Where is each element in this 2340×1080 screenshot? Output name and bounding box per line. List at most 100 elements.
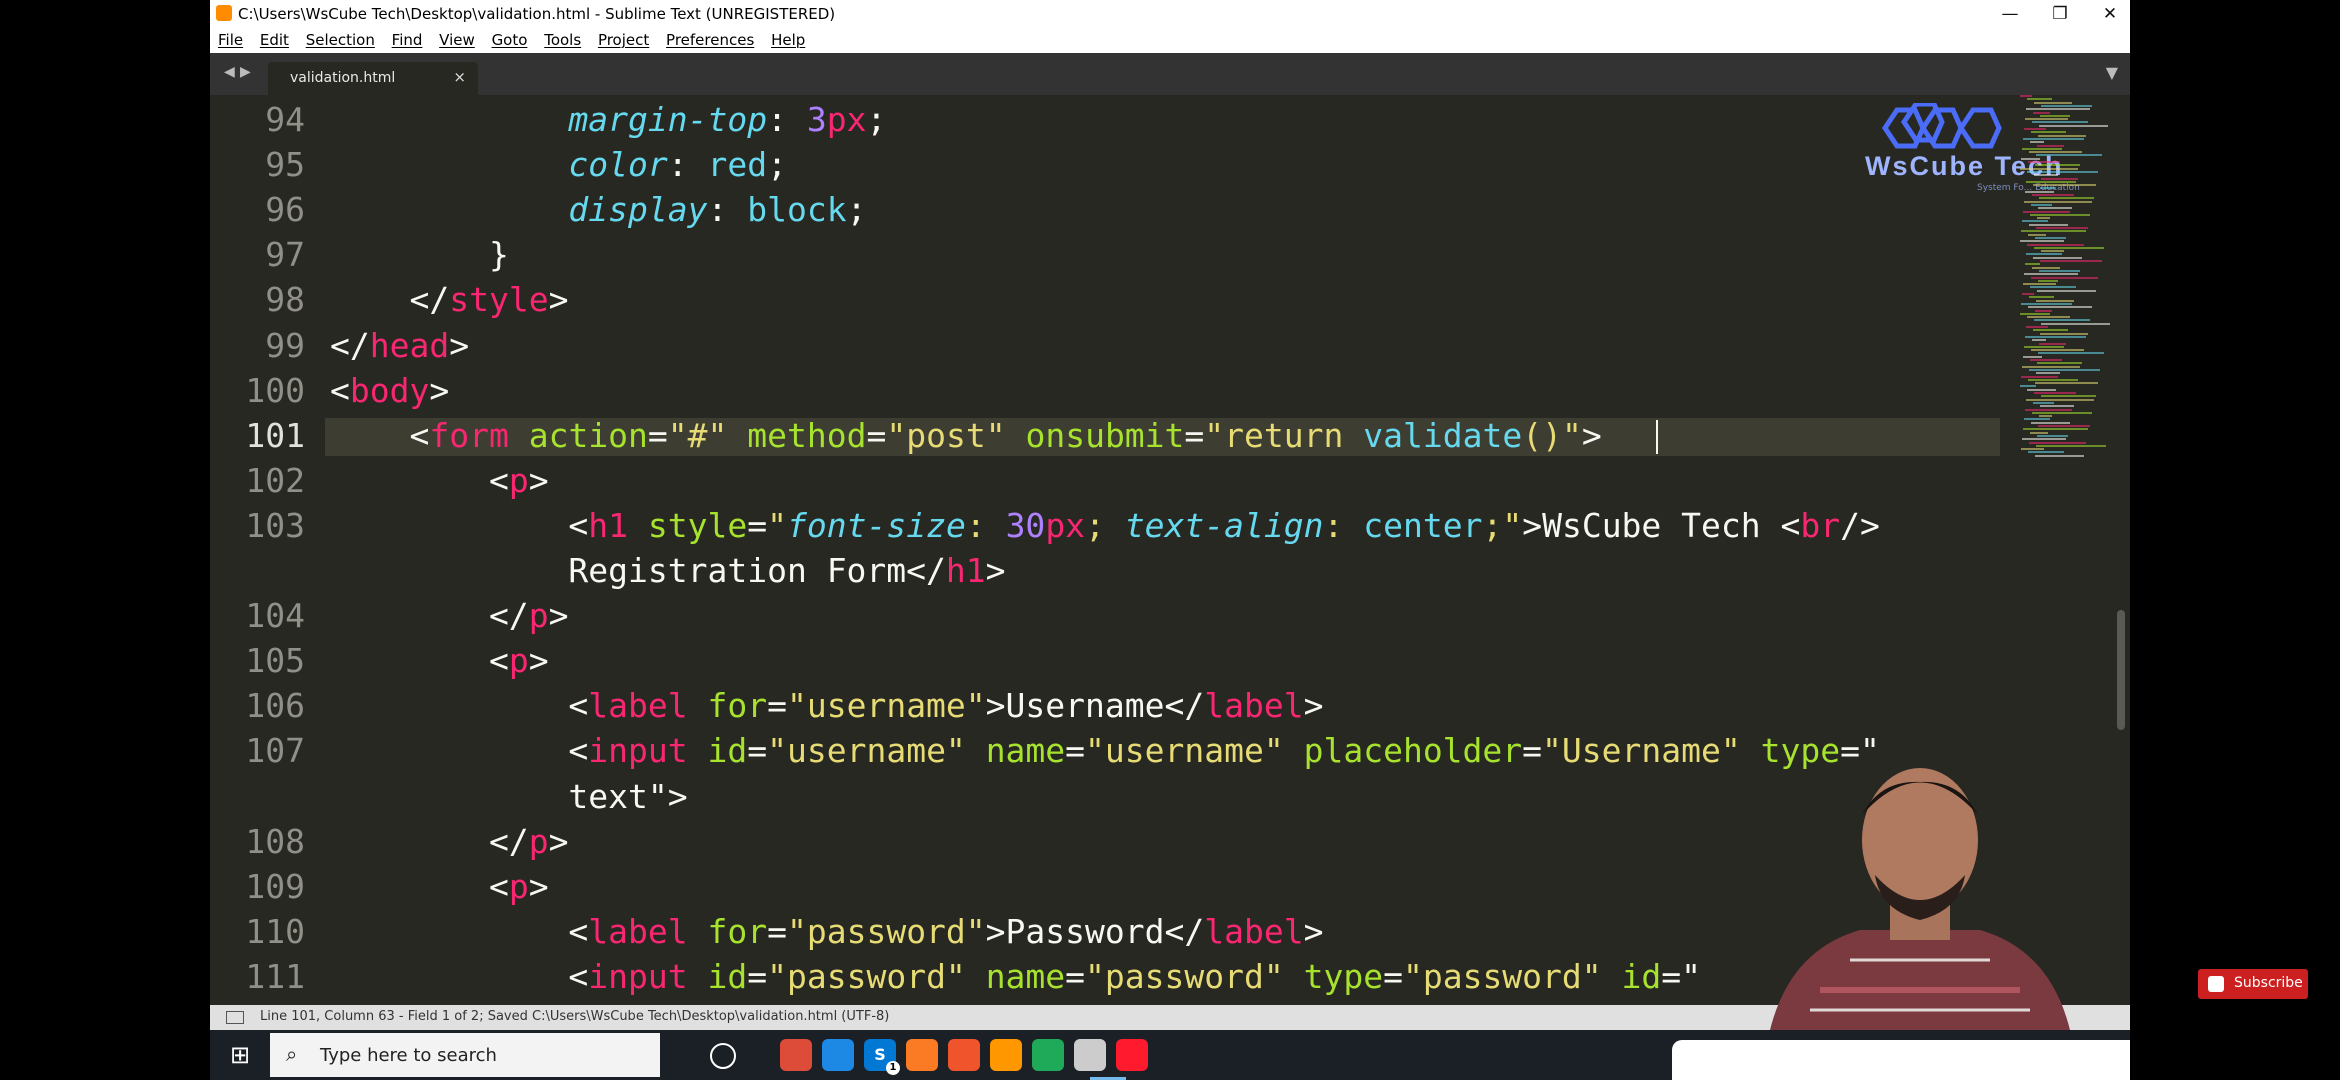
minimize-button[interactable]: — (1990, 2, 2030, 26)
minimap-line (2031, 131, 2066, 134)
tab-left-arrow-icon[interactable]: ◀ (224, 64, 235, 80)
code-line[interactable]: <label for="password">Password</label> (330, 912, 1323, 951)
xampp-icon[interactable] (906, 1039, 938, 1071)
minimap-line (2029, 441, 2086, 444)
minimap-line (2020, 95, 2032, 97)
minimap-line (2041, 250, 2064, 253)
restore-button[interactable]: ❐ (2040, 2, 2080, 26)
menu-selection[interactable]: Selection (306, 31, 375, 49)
code-line[interactable]: <label for="username">Username</label> (330, 686, 1323, 725)
line-number: 98 (265, 280, 305, 320)
minimap-line (2029, 368, 2100, 371)
code-line[interactable]: <p> (330, 461, 549, 500)
code-line[interactable]: <p> (330, 867, 549, 906)
line-number: 103 (245, 505, 305, 545)
minimap-line (2036, 154, 2102, 157)
minimap-line (2022, 147, 2062, 150)
code-line[interactable]: display: block; (330, 190, 866, 229)
skype-icon[interactable]: S1 (864, 1039, 900, 1075)
opera-icon[interactable] (1116, 1039, 1148, 1071)
minimap-line (2029, 223, 2068, 226)
code-line[interactable]: </head> (330, 326, 469, 365)
minimap-line (2034, 174, 2058, 177)
minimap-line (2033, 111, 2050, 114)
menu-preferences[interactable]: Preferences (666, 31, 754, 49)
code-line[interactable]: margin-top: 3px; (330, 100, 886, 139)
sublime-icon[interactable] (990, 1039, 1022, 1071)
minimap-line (2028, 451, 2064, 454)
windows-start-icon[interactable]: ⊞ (210, 1030, 270, 1080)
mindmaster-icon[interactable] (1032, 1039, 1064, 1071)
menu-edit[interactable]: Edit (260, 31, 289, 49)
minimap-line (2028, 161, 2060, 163)
code-line[interactable]: </style> (330, 280, 568, 319)
minimap-line (2022, 293, 2034, 295)
menu-project[interactable]: Project (598, 31, 649, 49)
brackets-icon[interactable] (948, 1039, 980, 1071)
line-number: 100 (245, 370, 305, 410)
code-line[interactable]: </p> (330, 822, 569, 861)
menu-view[interactable]: View (439, 31, 475, 49)
minimap-line (2036, 299, 2074, 302)
minimap-line (2035, 164, 2080, 167)
minimap-line (2029, 296, 2054, 299)
tab-right-arrow-icon[interactable]: ▶ (240, 64, 251, 80)
minimap-line (2022, 365, 2080, 368)
minimap-line (2041, 104, 2092, 107)
code-line[interactable]: color: red; (330, 145, 787, 184)
minimap-line (2025, 118, 2068, 121)
panel-toggle-icon[interactable] (226, 1011, 244, 1024)
code-line[interactable]: <input id="password" name="password" typ… (330, 957, 1701, 996)
code-line[interactable]: } (330, 235, 509, 274)
minimap-line (2025, 190, 2054, 193)
code-line[interactable]: <input id="username" name="username" pla… (330, 731, 1879, 770)
line-number-gutter: 94 95 96 97 98 99 100 101 102 103 104 105 106 107 108 1… (210, 95, 325, 1010)
minimap-line (2026, 108, 2090, 111)
obs-icon[interactable] (1074, 1039, 1106, 1071)
code-line[interactable]: </p> (330, 596, 569, 635)
code-line[interactable]: text"> (330, 777, 687, 816)
tab-list-dropdown-icon[interactable]: ▼ (2106, 63, 2118, 82)
menu-find[interactable]: Find (392, 31, 423, 49)
menu-goto[interactable]: Goto (492, 31, 528, 49)
subscribe-label: Subscribe (2234, 975, 2303, 991)
tab-close-icon[interactable]: × (453, 68, 466, 86)
minimap-line (2024, 418, 2050, 421)
vertical-scrollbar[interactable] (2117, 610, 2125, 730)
minimap-line (2036, 372, 2060, 375)
presenter-video (1730, 760, 2110, 1030)
menu-tools[interactable]: Tools (544, 31, 581, 49)
chrome-icon[interactable] (780, 1039, 812, 1071)
minimap-line (2034, 392, 2076, 394)
window-title: C:\Users\WsCube Tech\Desktop\validation.… (238, 5, 836, 23)
code-line[interactable]: <body> (330, 371, 449, 410)
minimap-line (2021, 302, 2072, 305)
minimap-line (2030, 141, 2044, 144)
tab-validation-html[interactable]: validation.html × (268, 62, 478, 95)
minimap-line (2030, 286, 2076, 289)
minimap-line (2024, 200, 2092, 203)
code-line[interactable]: <h1 style="font-size: 30px; text-align: … (330, 506, 1879, 545)
vscode-icon[interactable] (822, 1039, 854, 1071)
cortana-icon[interactable] (710, 1043, 736, 1069)
close-window-button[interactable]: ✕ (2090, 2, 2130, 26)
code-line[interactable]: <form action="#" method="post" onsubmit=… (330, 416, 1601, 455)
minimap-line (2031, 349, 2084, 352)
minimap-line (2020, 385, 2036, 388)
minimap-line (2023, 428, 2088, 431)
minimap[interactable] (2010, 95, 2122, 465)
minimap-line (2032, 121, 2088, 124)
minimap-line (2024, 345, 2064, 348)
minimap-line (2033, 256, 2082, 259)
menu-help[interactable]: Help (771, 31, 805, 49)
minimap-line (2030, 431, 2048, 434)
minimap-line (2024, 128, 2046, 130)
code-line[interactable]: Registration Form</h1> (330, 551, 1005, 590)
code-line[interactable]: <p> (330, 641, 549, 680)
minimap-line (2021, 448, 2044, 451)
subscribe-button[interactable]: Subscribe (2198, 969, 2308, 999)
minimap-line (2040, 260, 2102, 262)
taskbar-search-box[interactable]: ⌕ Type here to search (270, 1033, 660, 1077)
tab-label: validation.html (290, 70, 396, 86)
menu-file[interactable]: File (218, 31, 243, 49)
